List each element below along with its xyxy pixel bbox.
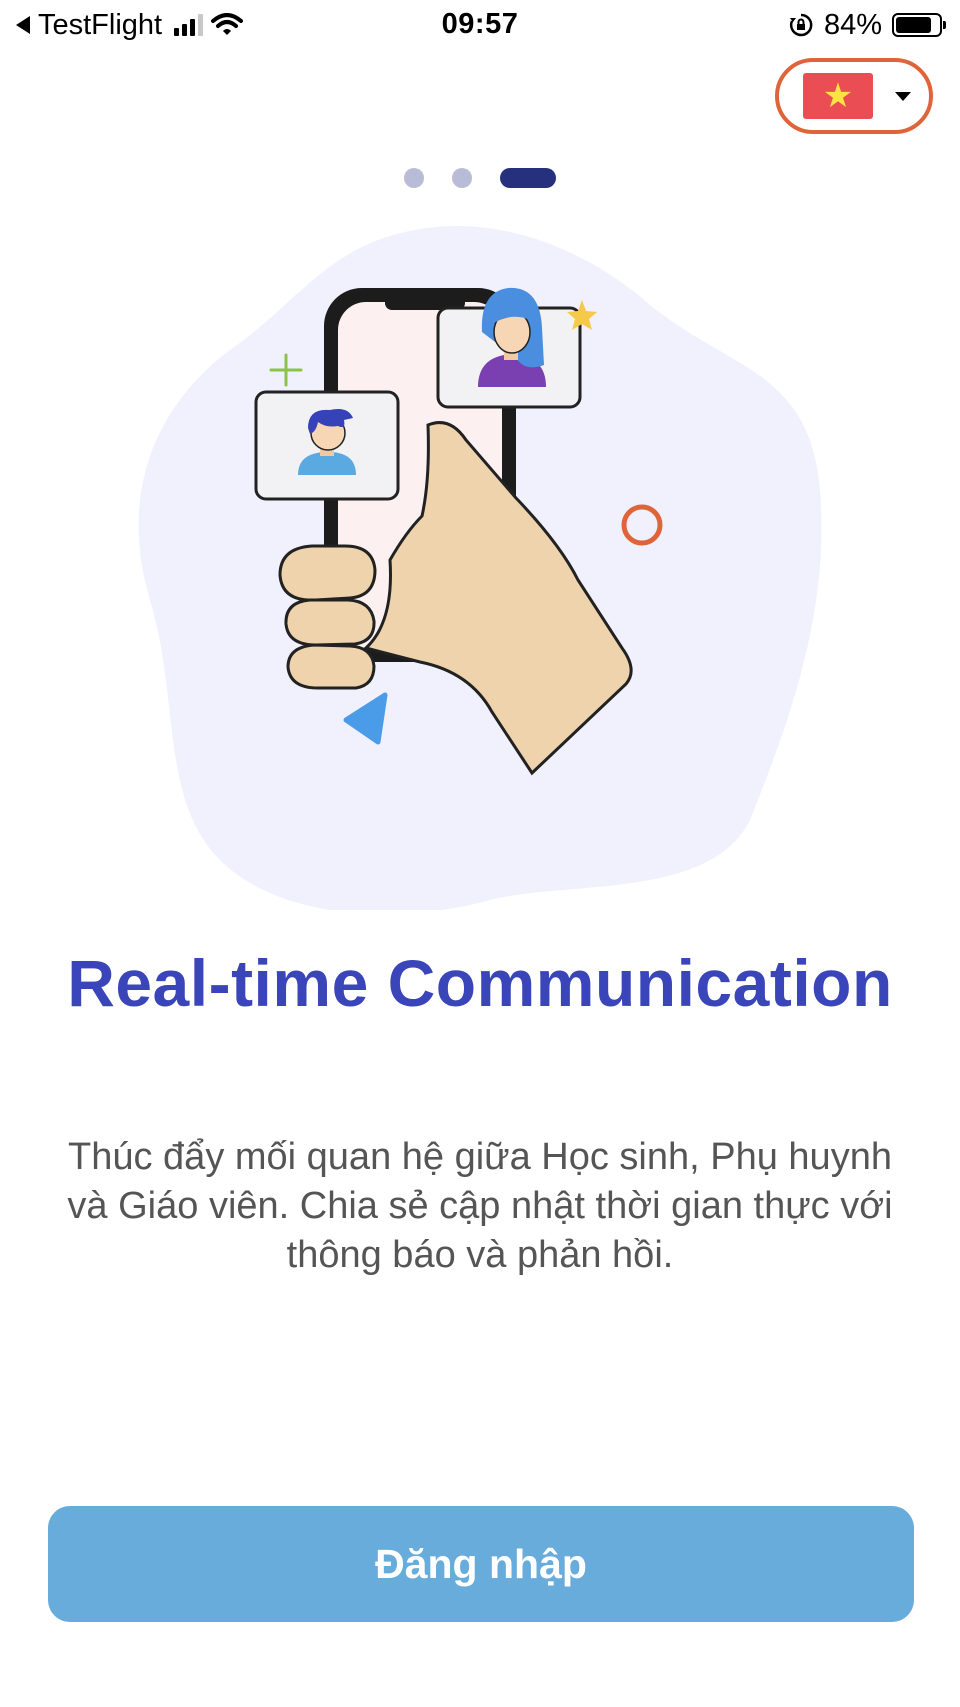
- vietnam-flag-icon[interactable]: ★: [803, 73, 873, 119]
- onboarding-title: Real-time Communication: [67, 946, 893, 1020]
- battery-icon: [892, 13, 946, 37]
- status-bar: TestFlight 09:57 84%: [0, 0, 960, 50]
- caret-down-icon[interactable]: [895, 91, 911, 101]
- page-dot-1[interactable]: [404, 168, 424, 188]
- orientation-lock-icon: [789, 13, 813, 37]
- page-indicator: [0, 168, 960, 188]
- left-hand: [278, 544, 377, 690]
- page-dot-2[interactable]: [452, 168, 472, 188]
- page-dot-3[interactable]: [500, 168, 556, 188]
- hand-holding-phone-video-call-illustration: [138, 225, 822, 910]
- battery-percent: 84%: [823, 8, 882, 41]
- language-selector[interactable]: ★: [775, 58, 933, 134]
- onboarding-description: Thúc đẩy mối quan hệ giữa Học sinh, Phụ …: [67, 1136, 893, 1276]
- login-button[interactable]: Đăng nhập: [48, 1506, 914, 1622]
- status-right: 84%: [788, 8, 946, 42]
